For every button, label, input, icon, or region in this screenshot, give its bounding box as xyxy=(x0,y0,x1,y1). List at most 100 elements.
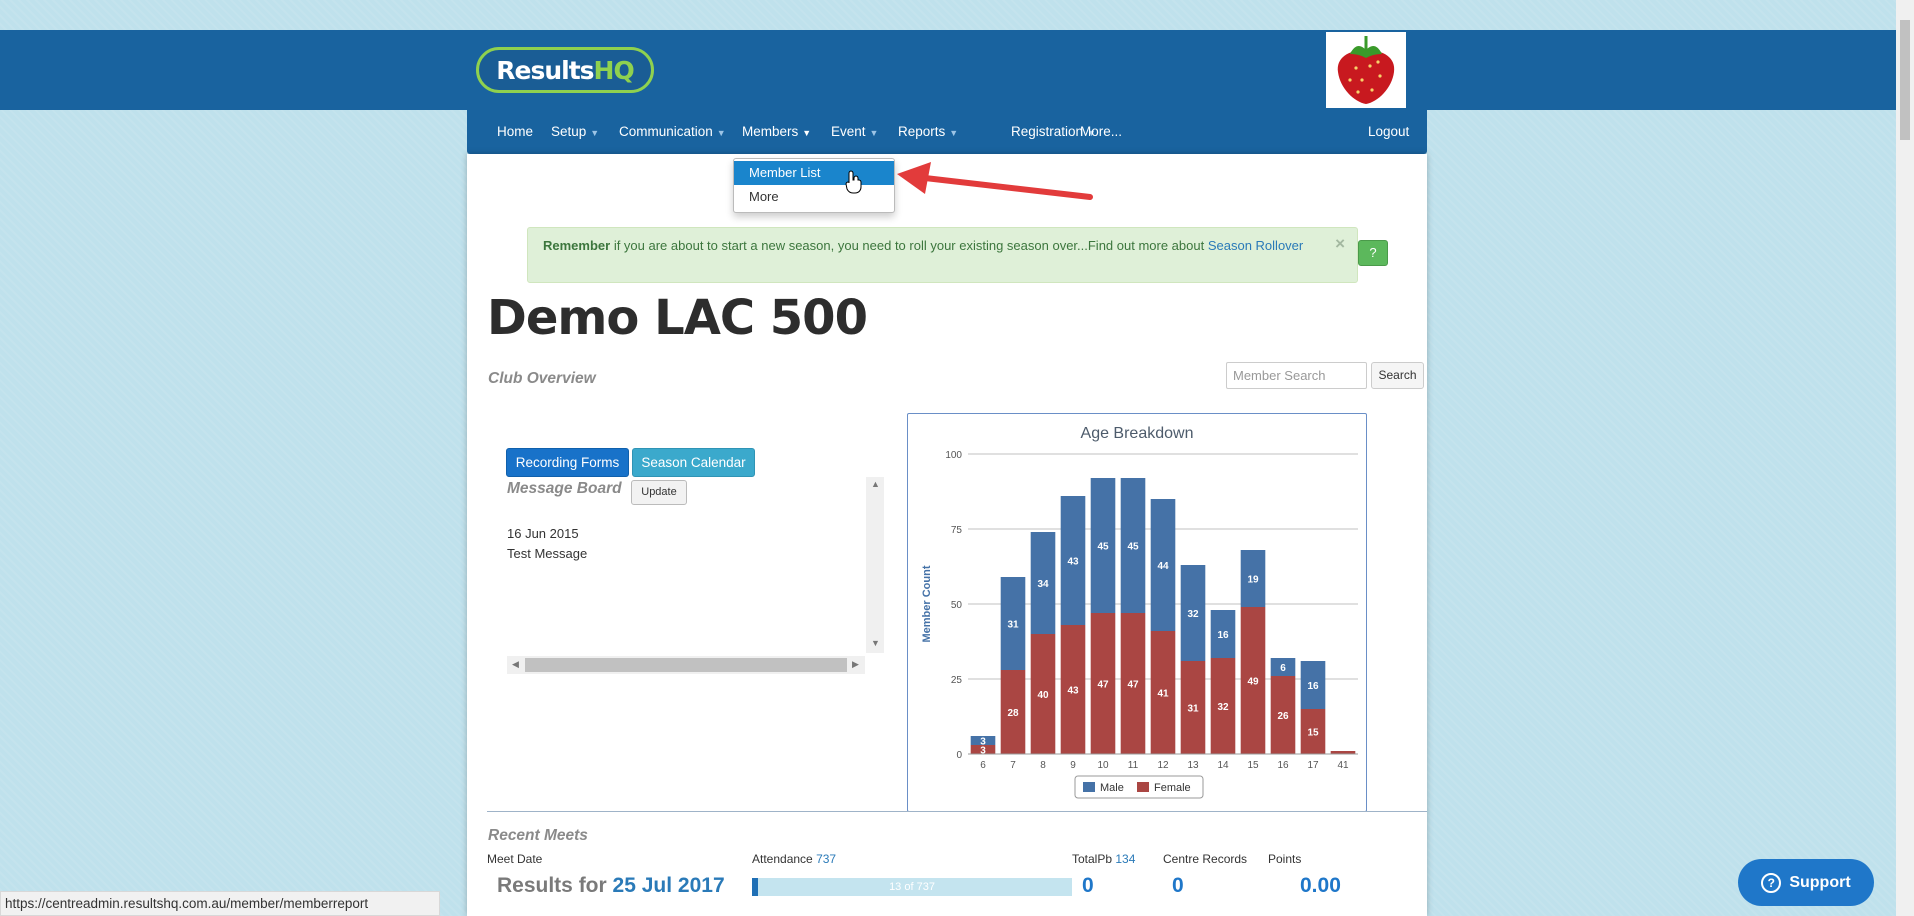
data-label-female: 40 xyxy=(1037,690,1049,701)
legend-label-male: Male xyxy=(1100,782,1124,794)
question-circle-icon: ? xyxy=(1761,872,1782,893)
data-label-male: 6 xyxy=(1280,663,1286,674)
data-label-female: 47 xyxy=(1097,680,1109,691)
data-label-male: 34 xyxy=(1037,579,1049,590)
x-tick-label: 13 xyxy=(1187,760,1199,771)
x-tick-label: 41 xyxy=(1337,760,1349,771)
data-label-female: 31 xyxy=(1187,704,1199,715)
alert-strong: Remember xyxy=(543,238,611,253)
page-scrollbar-thumb[interactable] xyxy=(1900,20,1910,140)
nav-logout-label: Logout xyxy=(1368,124,1410,139)
data-label-female: 49 xyxy=(1247,677,1259,688)
col-centre-records: Centre Records xyxy=(1163,852,1248,866)
message-board-title: Message Board xyxy=(507,480,622,497)
strawberry-icon xyxy=(1337,36,1395,104)
attendance-total[interactable]: 737 xyxy=(816,852,836,866)
status-bar-url: https://centreadmin.resultshq.com.au/mem… xyxy=(0,891,440,916)
dropdown-item-member-list[interactable]: Member List xyxy=(734,161,894,185)
close-icon[interactable]: × xyxy=(1335,234,1345,254)
data-label-female: 41 xyxy=(1157,689,1169,700)
season-rollover-link[interactable]: Season Rollover xyxy=(1208,238,1303,253)
main-navbar: Home Setup ▼ Communication ▼ Members ▼ Even… xyxy=(467,110,1427,154)
y-tick-label: 25 xyxy=(951,675,963,686)
nav-reports-label: Reports xyxy=(898,124,946,139)
totalpb-value[interactable]: 134 xyxy=(1115,852,1135,866)
message-text: Test Message xyxy=(507,546,588,561)
age-breakdown-chart: Age Breakdown 0 25 50 75 100 Member Count 3 3 6 31… xyxy=(907,413,1367,812)
message-board-horizontal-scrollbar[interactable]: ◀ ▶ xyxy=(507,656,865,674)
header-bar xyxy=(0,30,1896,110)
nav-setup[interactable]: Setup ▼ xyxy=(551,110,599,154)
chart-svg: Age Breakdown0255075100Member Count33631… xyxy=(921,425,1358,799)
data-label-male: 31 xyxy=(1007,620,1019,631)
recent-meets-title: Recent Meets xyxy=(488,827,588,844)
results-date: 25 Jul 2017 xyxy=(612,874,725,897)
page-title: Demo LAC 500 xyxy=(487,290,868,346)
nav-communication[interactable]: Communication ▼ xyxy=(619,110,726,154)
col-points: Points xyxy=(1268,852,1302,866)
legend-label-female: Female xyxy=(1154,782,1191,794)
x-tick-label: 14 xyxy=(1217,760,1229,771)
results-for-label: Results for xyxy=(497,874,607,897)
message-date: 16 Jun 2015 xyxy=(507,526,579,541)
recording-forms-button[interactable]: Recording Forms xyxy=(506,448,629,477)
x-tick-label: 7 xyxy=(1010,760,1016,771)
chevron-down-icon: ▼ xyxy=(590,128,600,138)
member-search-input[interactable] xyxy=(1226,362,1367,389)
nav-registration-label: Registration xyxy=(1011,124,1084,139)
attendance-progress-bar: 13 of 737 xyxy=(752,878,1072,896)
points-value: 0.00 xyxy=(1300,874,1341,897)
col-meet-date: Meet Date xyxy=(487,852,543,866)
data-label-male: 16 xyxy=(1307,681,1319,692)
help-button[interactable]: ? xyxy=(1358,240,1388,266)
search-button[interactable]: Search xyxy=(1371,362,1424,389)
page-scrollbar[interactable] xyxy=(1896,0,1914,916)
members-dropdown: Member List More xyxy=(733,158,895,213)
scroll-left-icon[interactable]: ◀ xyxy=(512,659,519,670)
x-tick-label: 8 xyxy=(1040,760,1046,771)
col-attendance-label: Attendance xyxy=(752,852,813,866)
y-axis-label: Member Count xyxy=(921,565,933,642)
x-tick-label: 16 xyxy=(1277,760,1289,771)
nav-reports[interactable]: Reports ▼ xyxy=(898,110,958,154)
message-board-vertical-scrollbar[interactable]: ▲ ▼ xyxy=(866,477,884,653)
season-calendar-button[interactable]: Season Calendar xyxy=(632,448,755,477)
nav-event[interactable]: Event ▼ xyxy=(831,110,878,154)
data-label-male: 45 xyxy=(1097,542,1109,553)
nav-setup-label: Setup xyxy=(551,124,587,139)
red-arrow-annotation xyxy=(897,162,1093,200)
club-overview-label: Club Overview xyxy=(488,370,596,387)
nav-logout[interactable]: Logout xyxy=(1368,110,1409,154)
x-tick-label: 15 xyxy=(1247,760,1259,771)
totalpb-count: 0 xyxy=(1082,874,1094,897)
col-attendance: Attendance 737 xyxy=(752,852,836,866)
support-button[interactable]: ? Support xyxy=(1738,859,1874,906)
x-tick-label: 9 xyxy=(1070,760,1076,771)
results-row-title[interactable]: Results for 25 Jul 2017 xyxy=(497,874,725,898)
data-label-female: 47 xyxy=(1127,680,1139,691)
chevron-down-icon: ▼ xyxy=(949,128,959,138)
scroll-up-icon[interactable]: ▲ xyxy=(871,479,880,489)
nav-members[interactable]: Members ▼ xyxy=(742,110,811,154)
club-logo xyxy=(1326,32,1406,108)
logo-text: Results xyxy=(496,55,594,85)
data-label-female: 28 xyxy=(1007,708,1019,719)
scrollbar-thumb[interactable] xyxy=(525,658,847,672)
dropdown-item-more[interactable]: More xyxy=(734,185,894,209)
nav-members-label: Members xyxy=(742,124,799,139)
season-rollover-alert: Remember if you are about to start a new… xyxy=(527,227,1358,283)
nav-more-label: More... xyxy=(1080,124,1123,139)
update-button[interactable]: Update xyxy=(631,480,687,505)
data-label-female: 32 xyxy=(1217,702,1229,713)
alert-text: if you are about to start a new season, … xyxy=(610,238,1208,253)
scroll-right-icon[interactable]: ▶ xyxy=(852,659,859,670)
nav-home-label: Home xyxy=(497,124,534,139)
data-label-female: 15 xyxy=(1307,728,1319,739)
y-tick-label: 0 xyxy=(956,750,962,761)
nav-more[interactable]: More... xyxy=(1080,110,1122,154)
data-label-male: 45 xyxy=(1127,542,1139,553)
resultshq-logo[interactable]: Results HQ xyxy=(476,47,654,93)
scroll-down-icon[interactable]: ▼ xyxy=(871,638,880,648)
col-totalpb-label: TotalPb xyxy=(1072,852,1113,866)
nav-home[interactable]: Home xyxy=(497,110,533,154)
